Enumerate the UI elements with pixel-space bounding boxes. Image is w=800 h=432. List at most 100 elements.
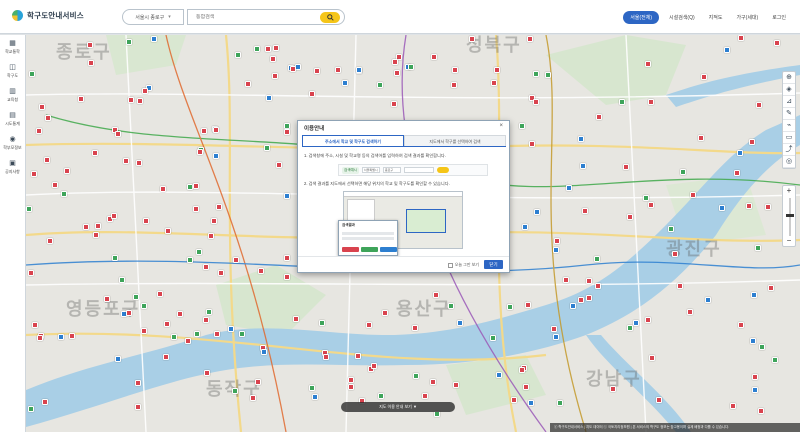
- menu-item-all[interactable]: 서울(전체): [623, 11, 660, 24]
- school-marker[interactable]: [273, 45, 279, 51]
- school-marker[interactable]: [563, 277, 569, 283]
- school-marker[interactable]: [204, 370, 210, 376]
- school-marker[interactable]: [196, 249, 202, 255]
- school-marker[interactable]: [680, 169, 686, 175]
- school-marker[interactable]: [534, 209, 540, 215]
- school-marker[interactable]: [39, 104, 45, 110]
- school-marker[interactable]: [453, 382, 459, 388]
- school-marker[interactable]: [265, 46, 271, 52]
- school-marker[interactable]: [553, 334, 559, 340]
- school-marker[interactable]: [119, 277, 125, 283]
- school-marker[interactable]: [594, 256, 600, 262]
- school-marker[interactable]: [586, 278, 592, 284]
- school-marker[interactable]: [104, 296, 110, 302]
- close-icon[interactable]: ×: [499, 123, 503, 129]
- school-marker[interactable]: [171, 334, 177, 340]
- school-marker[interactable]: [213, 127, 219, 133]
- school-marker[interactable]: [596, 114, 602, 120]
- school-marker[interactable]: [758, 408, 764, 414]
- school-marker[interactable]: [750, 338, 756, 344]
- school-marker[interactable]: [261, 349, 267, 355]
- school-marker[interactable]: [557, 400, 563, 406]
- school-marker[interactable]: [730, 403, 736, 409]
- school-marker[interactable]: [633, 320, 639, 326]
- school-marker[interactable]: [759, 344, 765, 350]
- school-marker[interactable]: [44, 157, 50, 163]
- layers-icon[interactable]: ◈: [783, 84, 795, 96]
- school-marker[interactable]: [203, 264, 209, 270]
- map-guide-bar[interactable]: 지도 이용 안내 보기 ▼: [341, 402, 455, 412]
- school-marker[interactable]: [123, 158, 129, 164]
- school-marker[interactable]: [648, 202, 654, 208]
- school-marker[interactable]: [553, 247, 559, 253]
- school-marker[interactable]: [645, 317, 651, 323]
- school-marker[interactable]: [698, 135, 704, 141]
- school-marker[interactable]: [738, 322, 744, 328]
- sidebar-item-notice[interactable]: ▣ 공지사항: [0, 155, 25, 179]
- school-marker[interactable]: [115, 131, 121, 137]
- zoom-in-button[interactable]: +: [783, 186, 795, 196]
- school-marker[interactable]: [522, 224, 528, 230]
- school-marker[interactable]: [29, 71, 35, 77]
- school-marker[interactable]: [578, 297, 584, 303]
- menu-item-login[interactable]: 로그인: [768, 12, 790, 23]
- school-marker[interactable]: [533, 71, 539, 77]
- school-marker[interactable]: [528, 400, 534, 406]
- school-marker[interactable]: [335, 67, 341, 73]
- school-marker[interactable]: [32, 322, 38, 328]
- school-marker[interactable]: [422, 393, 428, 399]
- school-marker[interactable]: [135, 404, 141, 410]
- school-marker[interactable]: [160, 186, 166, 192]
- school-marker[interactable]: [412, 325, 418, 331]
- school-marker[interactable]: [391, 101, 397, 107]
- menu-item-household[interactable]: 가구(세대): [732, 12, 762, 23]
- search-input[interactable]: [196, 14, 316, 20]
- confirm-button[interactable]: 닫기: [484, 260, 503, 269]
- school-marker[interactable]: [533, 99, 539, 105]
- school-marker[interactable]: [284, 255, 290, 261]
- compass-icon[interactable]: ⊕: [783, 72, 795, 84]
- school-marker[interactable]: [494, 67, 500, 73]
- school-marker[interactable]: [211, 218, 217, 224]
- school-marker[interactable]: [738, 35, 744, 41]
- school-marker[interactable]: [580, 163, 586, 169]
- no-show-today[interactable]: 오늘 그만 보기: [447, 262, 479, 268]
- school-marker[interactable]: [47, 238, 53, 244]
- school-marker[interactable]: [774, 40, 780, 46]
- school-marker[interactable]: [143, 218, 149, 224]
- school-marker[interactable]: [26, 206, 32, 212]
- location-icon[interactable]: ◎: [783, 156, 795, 168]
- school-marker[interactable]: [451, 82, 457, 88]
- sidebar-item-stats[interactable]: ▤ 시도통계: [0, 107, 25, 131]
- school-marker[interactable]: [270, 56, 276, 62]
- school-marker[interactable]: [136, 160, 142, 166]
- school-marker[interactable]: [752, 387, 758, 393]
- school-marker[interactable]: [551, 326, 557, 332]
- school-marker[interactable]: [115, 356, 121, 362]
- school-marker[interactable]: [69, 333, 75, 339]
- school-marker[interactable]: [64, 168, 70, 174]
- school-marker[interactable]: [58, 334, 64, 340]
- school-marker[interactable]: [348, 377, 354, 383]
- school-marker[interactable]: [290, 66, 296, 72]
- school-marker[interactable]: [36, 128, 42, 134]
- school-marker[interactable]: [151, 36, 157, 42]
- zoom-handle[interactable]: [786, 214, 794, 217]
- school-marker[interactable]: [469, 36, 475, 42]
- school-marker[interactable]: [52, 182, 58, 188]
- school-marker[interactable]: [554, 238, 560, 244]
- school-marker[interactable]: [765, 204, 771, 210]
- sidebar-item-school[interactable]: ▦ 학교통학: [0, 35, 25, 59]
- school-marker[interactable]: [623, 164, 629, 170]
- search-button[interactable]: [320, 12, 340, 23]
- school-marker[interactable]: [656, 397, 662, 403]
- draw-icon[interactable]: ✎: [783, 108, 795, 120]
- school-marker[interactable]: [719, 205, 725, 211]
- school-marker[interactable]: [595, 283, 601, 289]
- measure-icon[interactable]: ⊿: [783, 96, 795, 108]
- school-marker[interactable]: [645, 61, 651, 67]
- school-marker[interactable]: [164, 321, 170, 327]
- school-marker[interactable]: [491, 80, 497, 86]
- school-marker[interactable]: [141, 303, 147, 309]
- school-marker[interactable]: [78, 96, 84, 102]
